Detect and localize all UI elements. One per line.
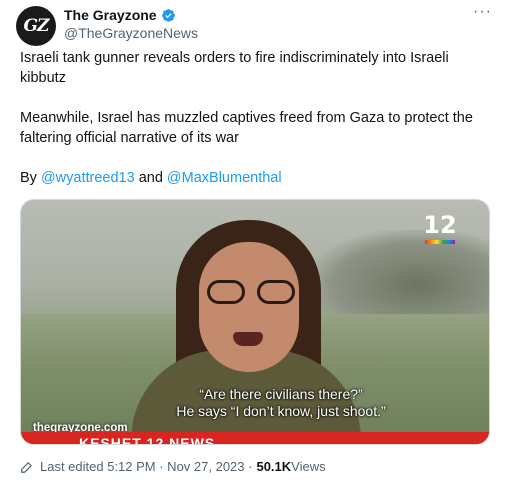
mention-link-wyattreed13[interactable]: @wyattreed13 bbox=[41, 170, 135, 186]
display-name-row[interactable]: The Grayzone bbox=[64, 6, 198, 24]
display-name[interactable]: The Grayzone bbox=[64, 6, 157, 24]
channel-12-logo: 12 bbox=[423, 212, 457, 246]
tweet-paragraph-1: Israeli tank gunner reveals orders to fi… bbox=[20, 50, 449, 86]
tweet-header: GZ The Grayzone @TheGrayzoneNews ··· bbox=[16, 4, 496, 46]
mention-link-maxblumenthal[interactable]: @MaxBlumenthal bbox=[167, 170, 282, 186]
account-handle[interactable]: @TheGrayzoneNews bbox=[64, 24, 198, 42]
soldier-face bbox=[199, 242, 299, 372]
tweet-byline: By @wyattreed13 and @MaxBlumenthal bbox=[20, 168, 492, 188]
glasses bbox=[207, 280, 295, 306]
verified-badge-icon bbox=[161, 8, 175, 22]
byline-and: and bbox=[134, 170, 167, 186]
subtitle-line-1: “Are there civilians there?” bbox=[199, 386, 363, 402]
tweet-text: Israeli tank gunner reveals orders to fi… bbox=[20, 48, 492, 188]
account-info: The Grayzone @TheGrayzoneNews bbox=[64, 6, 198, 42]
news-ticker-bar: KESHET 12 NEWS bbox=[21, 432, 489, 444]
glasses-lens-right bbox=[257, 280, 295, 304]
channel-logo-rainbow-bar bbox=[425, 240, 455, 244]
tweet-meta: Last edited 5:12 PM · Nov 27, 2023 · 50.… bbox=[20, 459, 326, 474]
avatar[interactable]: GZ bbox=[16, 6, 56, 46]
tweet-video[interactable]: 12 “Are there civilians there?” He says … bbox=[20, 199, 490, 445]
views-label: Views bbox=[291, 459, 326, 474]
news-ticker-text: KESHET 12 NEWS bbox=[79, 435, 216, 444]
more-options-icon[interactable]: ··· bbox=[473, 4, 492, 20]
glasses-lens-left bbox=[207, 280, 245, 304]
byline-prefix: By bbox=[20, 170, 41, 186]
subtitle-line-2: He says “I don’t know, just shoot.” bbox=[176, 403, 386, 419]
tweet-paragraph-2: Meanwhile, Israel has muzzled captives f… bbox=[20, 110, 473, 146]
mouth bbox=[233, 332, 263, 346]
channel-number: 12 bbox=[423, 211, 457, 239]
edit-pencil-icon bbox=[21, 461, 32, 473]
avatar-logo-text: GZ bbox=[23, 16, 50, 36]
video-subtitle: “Are there civilians there?” He says “I … bbox=[151, 386, 411, 420]
edited-timestamp[interactable]: Last edited 5:12 PM · Nov 27, 2023 · bbox=[40, 459, 252, 474]
views-count: 50.1K bbox=[256, 459, 292, 474]
